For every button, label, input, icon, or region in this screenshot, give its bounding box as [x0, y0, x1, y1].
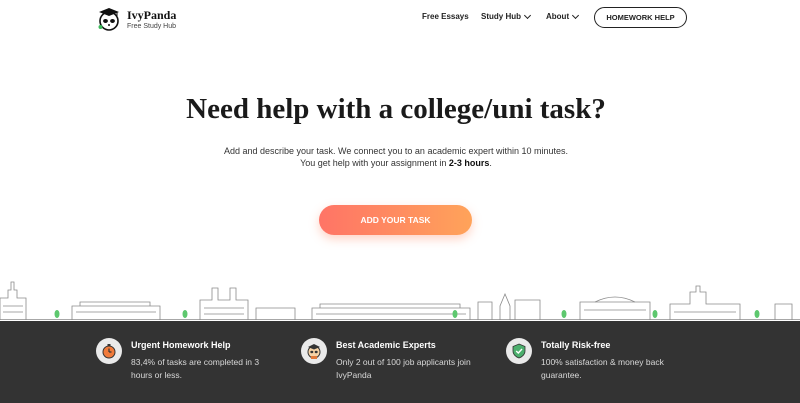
nav-about[interactable]: About — [546, 11, 580, 21]
timer-icon — [96, 338, 122, 364]
nav-free-essays-label: Free Essays — [422, 12, 469, 21]
feature-description: 100% satisfaction & money back guarantee… — [541, 357, 664, 380]
feature-urgent-help: Urgent Homework Help 83,4% of tasks are … — [96, 338, 271, 382]
expert-panda-icon — [301, 338, 327, 364]
panda-logo-icon — [98, 8, 119, 31]
logo-tagline: Free Study Hub — [127, 22, 177, 30]
feature-title: Urgent Homework Help — [131, 340, 231, 350]
feature-title: Best Academic Experts — [336, 340, 436, 350]
feature-academic-experts: Best Academic Experts Only 2 out of 100 … — [301, 338, 476, 382]
page-title: Need help with a college/uni task? — [186, 93, 606, 125]
campus-skyline-illustration — [0, 281, 800, 320]
shield-icon — [506, 338, 532, 364]
homework-help-button[interactable]: HOMEWORK HELP — [594, 7, 687, 28]
hero-timing: You get help with your assignment in 2-3… — [300, 158, 492, 168]
feature-description: Only 2 out of 100 job applicants join Iv… — [336, 357, 471, 380]
feature-risk-free: Totally Risk-free 100% satisfaction & mo… — [506, 338, 681, 382]
add-your-task-button[interactable]: ADD YOUR TASK — [319, 205, 472, 235]
nav-study-hub[interactable]: Study Hub — [481, 11, 532, 21]
nav-about-label: About — [546, 12, 570, 21]
chevron-down-icon — [572, 11, 580, 19]
logo-name: IvyPanda — [127, 7, 177, 22]
nav-study-hub-label: Study Hub — [481, 12, 521, 21]
features-band: Urgent Homework Help 83,4% of tasks are … — [0, 321, 800, 403]
turnaround-time: 2-3 hours — [448, 158, 490, 168]
feature-title: Totally Risk-free — [541, 340, 611, 350]
hero-description: Add and describe your task. We connect y… — [223, 146, 569, 156]
feature-description: 83,4% of tasks are completed in 3 hours … — [131, 357, 260, 380]
nav-free-essays[interactable]: Free Essays — [422, 12, 469, 21]
chevron-down-icon — [523, 11, 532, 19]
logo[interactable]: IvyPanda Free Study Hub — [96, 6, 176, 32]
site-header: IvyPanda Free Study Hub Free Essays Stud… — [0, 0, 800, 38]
